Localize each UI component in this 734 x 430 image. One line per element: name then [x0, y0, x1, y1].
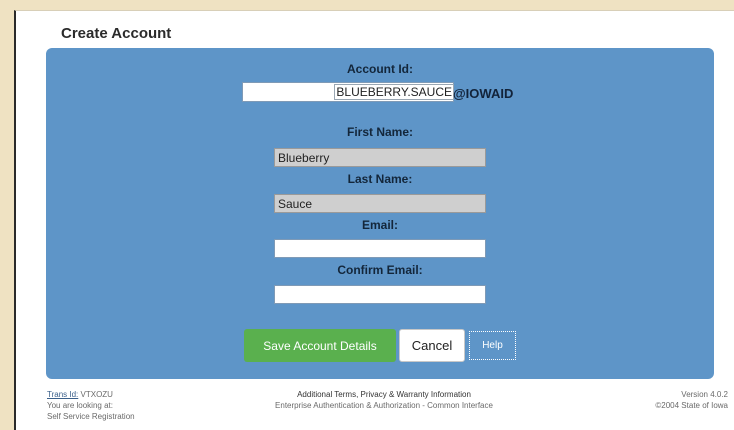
email-field[interactable] — [274, 239, 486, 258]
page-title: Create Account — [61, 25, 172, 42]
account-id-suffix: @IOWAID — [453, 86, 514, 101]
terms-link[interactable]: Additional Terms, Privacy & Warranty Inf… — [222, 389, 546, 400]
version-text: Version 4.0.2 — [681, 390, 728, 399]
account-id-value: BLUEBERRY.SAUCE — [334, 84, 454, 100]
confirm-email-field[interactable] — [274, 285, 486, 304]
looking-at-value: Self Service Registration — [47, 412, 135, 421]
first-name-label: First Name: — [346, 125, 414, 139]
email-label: Email: — [361, 218, 398, 232]
form-panel: Account Id: BLUEBERRY.SAUCE @IOWAID Firs… — [46, 48, 714, 379]
save-account-details-button[interactable]: Save Account Details — [244, 329, 396, 362]
trans-id-label[interactable]: Trans Id: — [47, 390, 78, 399]
app-name: Enterprise Authentication & Authorizatio… — [275, 401, 493, 410]
account-id-label: Account Id: — [347, 62, 413, 76]
footer-center: Additional Terms, Privacy & Warranty Inf… — [222, 389, 546, 411]
looking-at-label: You are looking at: — [47, 401, 113, 410]
account-id-field[interactable]: BLUEBERRY.SAUCE — [242, 82, 454, 102]
last-name-field[interactable] — [274, 194, 486, 213]
last-name-label: Last Name: — [347, 172, 413, 186]
help-button[interactable]: Help — [469, 331, 516, 360]
confirm-email-label: Confirm Email: — [337, 263, 423, 277]
first-name-field[interactable] — [274, 148, 486, 167]
trans-id-value: VTXOZU — [80, 390, 113, 399]
footer-left: Trans Id: VTXOZU You are looking at: Sel… — [47, 389, 135, 422]
footer-right: Version 4.0.2 ©2004 State of Iowa — [655, 389, 728, 411]
cancel-button[interactable]: Cancel — [399, 329, 465, 362]
copyright-text: ©2004 State of Iowa — [655, 401, 728, 410]
